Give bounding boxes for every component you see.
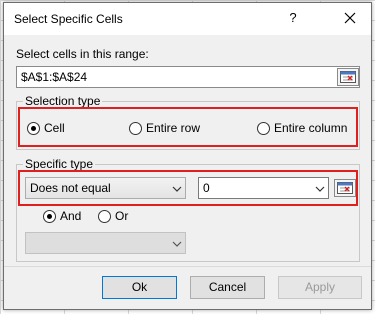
radio-or-label: Or xyxy=(115,209,129,223)
radio-entire-column[interactable]: Entire column xyxy=(257,121,347,135)
radio-or[interactable]: Or xyxy=(98,209,128,223)
value1-text: 0 xyxy=(203,181,210,195)
condition1-value: Does not equal xyxy=(30,181,111,195)
value1-combo[interactable]: 0 xyxy=(198,177,329,199)
selection-type-title: Selection type xyxy=(23,94,103,108)
radio-or-indicator xyxy=(98,209,111,223)
specific-type-title: Specific type xyxy=(23,157,96,171)
radio-entire-row-indicator xyxy=(129,121,142,135)
close-icon[interactable] xyxy=(341,9,359,27)
select-specific-cells-dialog: Select Specific Cells ? Select cells in … xyxy=(3,2,372,310)
value1-picker-button[interactable] xyxy=(334,179,356,197)
radio-cell-label: Cell xyxy=(44,121,65,135)
radio-and-indicator xyxy=(43,209,56,223)
ok-button[interactable]: Ok xyxy=(102,276,177,299)
radio-entire-row[interactable]: Entire row xyxy=(129,121,200,135)
apply-button[interactable]: Apply xyxy=(278,276,362,299)
radio-entire-column-label: Entire column xyxy=(274,121,348,135)
chevron-down-icon xyxy=(315,183,325,193)
chevron-down-icon xyxy=(172,183,182,193)
condition2-dropdown[interactable] xyxy=(25,232,186,254)
condition1-dropdown[interactable]: Does not equal xyxy=(25,177,186,199)
range-value: $A$1:$A$24 xyxy=(21,70,88,84)
cancel-button[interactable]: Cancel xyxy=(190,276,265,299)
range-label: Select cells in this range: xyxy=(16,47,149,61)
footer-divider xyxy=(4,266,371,267)
range-picker-button[interactable] xyxy=(337,68,359,86)
title-bar: Select Specific Cells ? xyxy=(4,3,371,35)
radio-entire-row-label: Entire row xyxy=(146,121,201,135)
help-button[interactable]: ? xyxy=(286,10,300,26)
dialog-title: Select Specific Cells xyxy=(14,12,123,26)
chevron-down-icon xyxy=(172,238,182,248)
radio-cell[interactable]: Cell xyxy=(27,121,65,135)
radio-cell-indicator xyxy=(27,121,40,135)
radio-entire-column-indicator xyxy=(257,121,270,135)
radio-and-label: And xyxy=(60,209,82,223)
radio-and[interactable]: And xyxy=(43,209,81,223)
range-input[interactable]: $A$1:$A$24 xyxy=(16,66,360,88)
